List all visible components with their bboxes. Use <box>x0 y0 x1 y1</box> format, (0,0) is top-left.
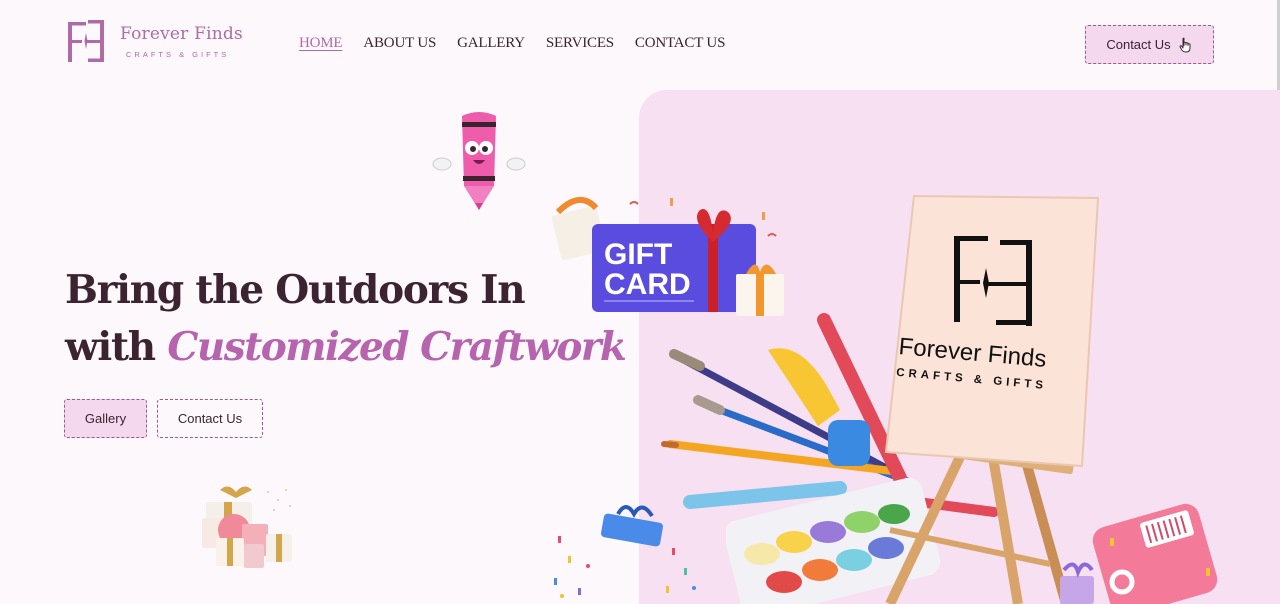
main-navigation: HOME ABOUT US GALLERY SERVICES CONTACT U… <box>299 35 725 52</box>
brand-monogram-icon <box>68 20 104 62</box>
hero-gallery-button[interactable]: Gallery <box>64 399 147 438</box>
hero-contact-button[interactable]: Contact Us <box>157 399 263 438</box>
hero-title-line1: Bring the Outdoors In <box>65 267 526 313</box>
gift-boxes-icon <box>202 486 292 568</box>
blue-gift-confetti-icon <box>554 505 696 598</box>
header-contact-label: Contact Us <box>1106 37 1171 52</box>
hero-title-prefix: with <box>65 324 156 370</box>
nav-item-about-us[interactable]: ABOUT US <box>363 35 436 52</box>
gift-card-word2: CARD <box>604 268 691 301</box>
header-contact-button[interactable]: Contact Us <box>1085 25 1214 64</box>
brand-name: Forever Finds <box>120 23 243 44</box>
nav-item-gallery[interactable]: GALLERY <box>457 35 525 52</box>
nav-item-contact-us[interactable]: CONTACT US <box>635 35 725 52</box>
nav-item-services[interactable]: SERVICES <box>546 35 614 52</box>
hero-title-accent: Customized Craftwork <box>167 324 627 370</box>
pointer-hand-icon <box>1179 37 1191 52</box>
crayon-mascot-icon <box>432 112 526 210</box>
nav-item-home[interactable]: HOME <box>299 35 343 52</box>
pink-gift-ticket-icon <box>1060 503 1218 604</box>
site-header: Forever Finds CRAFTS & GIFTS HOME ABOUT … <box>0 0 1280 118</box>
brand-logo[interactable]: Forever Finds CRAFTS & GIFTS <box>64 16 243 66</box>
hero-title: Bring the Outdoors In with Customized Cr… <box>65 262 627 376</box>
gift-card-word1: GIFT <box>604 238 672 271</box>
brand-tagline: CRAFTS & GIFTS <box>126 49 230 59</box>
